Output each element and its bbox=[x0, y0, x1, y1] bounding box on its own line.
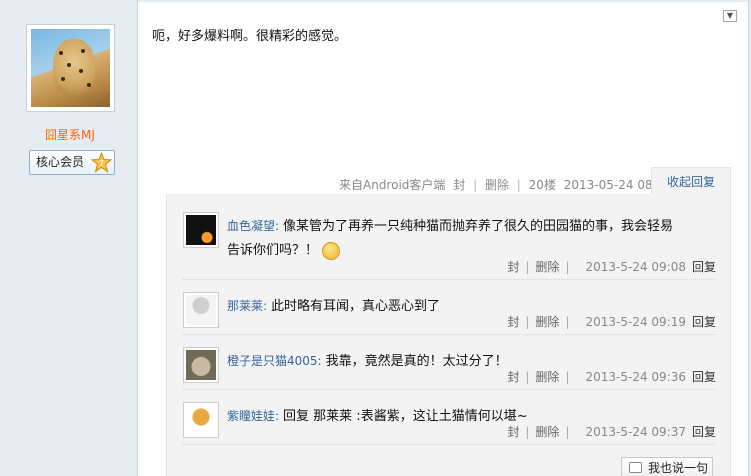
commenter-name[interactable]: 橙子是只猫4005: bbox=[227, 354, 322, 368]
separator: | bbox=[565, 260, 570, 274]
comment-line: 我靠，竟然是真的！太过分了！ bbox=[325, 354, 508, 369]
comment-line: 告诉你们吗？！ bbox=[227, 243, 319, 258]
commenter-name[interactable]: 血色凝望: bbox=[227, 219, 279, 233]
separator: | bbox=[525, 260, 530, 274]
delete-link[interactable]: 删除 bbox=[535, 315, 559, 329]
separator: | bbox=[525, 370, 530, 384]
separator: | bbox=[565, 370, 570, 384]
comment-list: 血色凝望: 像某管为了再养一只纯种猫而抛弃养了很久的田园猫的事，我会轻易 告诉你们… bbox=[166, 194, 731, 476]
commenter-avatar[interactable] bbox=[183, 292, 219, 328]
separator: | bbox=[525, 315, 530, 329]
comment-actions: 封 | 删除 | 2013-5-24 09:08 回复 bbox=[507, 258, 716, 275]
comment-actions: 封 | 删除 | 2013-5-24 09:37 回复 bbox=[507, 423, 716, 440]
add-comment-button[interactable]: 我也说一句 bbox=[621, 457, 713, 476]
delete-link[interactable]: 删除 bbox=[535, 260, 559, 274]
comment-text: 血色凝望: 像某管为了再养一只纯种猫而抛弃养了很久的田园猫的事，我会轻易 告诉你们… bbox=[227, 214, 717, 263]
commenter-name[interactable]: 紫瞳娃娃: bbox=[227, 409, 279, 423]
avatar-image bbox=[186, 350, 216, 380]
comment-time: 2013-5-24 09:37 bbox=[585, 425, 686, 439]
block-link[interactable]: 封 bbox=[507, 315, 519, 329]
smiley-emoji-icon bbox=[322, 241, 341, 260]
block-link[interactable]: 封 bbox=[507, 370, 519, 384]
comment-line: 此时略有耳闻，真心恶心到了 bbox=[271, 299, 441, 314]
spot bbox=[67, 63, 71, 67]
comment-actions: 封 | 删除 | 2013-5-24 09:19 回复 bbox=[507, 313, 716, 330]
comment-time: 2013-5-24 09:36 bbox=[585, 370, 686, 384]
comment-line: 回复 那莱莱 :表酱紫，这让土猫情何以堪~ bbox=[283, 409, 528, 424]
spot bbox=[61, 77, 65, 81]
separator: | bbox=[565, 425, 570, 439]
list-item: 橙子是只猫4005: 我靠，竟然是真的！太过分了！ 封 | 删除 | 2013-5-24 … bbox=[183, 347, 716, 390]
spot bbox=[59, 51, 63, 55]
commenter-name[interactable]: 那莱莱: bbox=[227, 299, 267, 313]
separator: | bbox=[473, 178, 478, 192]
commenter-avatar[interactable] bbox=[183, 212, 219, 248]
reply-link[interactable]: 回复 bbox=[692, 370, 716, 384]
reply-link[interactable]: 回复 bbox=[692, 315, 716, 329]
delete-link[interactable]: 删除 bbox=[535, 370, 559, 384]
top-divider bbox=[138, 0, 751, 2]
author-avatar[interactable] bbox=[26, 24, 115, 112]
avatar-image bbox=[186, 295, 216, 325]
post-source: 来自Android客户端 bbox=[339, 178, 446, 192]
member-badge: 核心会员 7 bbox=[29, 150, 115, 175]
reply-link[interactable]: 回复 bbox=[692, 425, 716, 439]
comment-line: 像某管为了再养一只纯种猫而抛弃养了很久的田园猫的事，我会轻易 bbox=[283, 219, 674, 234]
cheetah-avatar-image bbox=[31, 29, 110, 107]
spot bbox=[87, 83, 91, 87]
separator: | bbox=[525, 425, 530, 439]
comment-actions: 封 | 删除 | 2013-5-24 09:36 回复 bbox=[507, 368, 716, 385]
avatar-image bbox=[186, 405, 216, 435]
badge-label: 核心会员 bbox=[36, 155, 85, 169]
block-link[interactable]: 封 bbox=[507, 260, 519, 274]
commenter-avatar[interactable] bbox=[183, 347, 219, 383]
reply-link[interactable]: 回复 bbox=[692, 260, 716, 274]
commenter-avatar[interactable] bbox=[183, 402, 219, 438]
post-content: 呃，好多爆料啊。很精彩的感觉。 bbox=[152, 29, 348, 44]
comment-time: 2013-5-24 09:19 bbox=[585, 315, 686, 329]
delete-link[interactable]: 删除 bbox=[485, 178, 509, 192]
author-username[interactable]: 囧星系MJ bbox=[0, 126, 140, 143]
floor-number: 20楼 bbox=[528, 178, 556, 192]
block-link[interactable]: 封 bbox=[453, 178, 465, 192]
comment-time: 2013-5-24 09:08 bbox=[585, 260, 686, 274]
author-sidebar: 囧星系MJ 核心会员 7 bbox=[0, 0, 138, 476]
post-meta: 来自Android客户端 封 | 删除 | 20楼 2013-05-24 08:… bbox=[339, 176, 676, 193]
list-item: 那莱莱: 此时略有耳闻，真心恶心到了 封 | 删除 | 2013-5-24 09:19 回复 bbox=[183, 292, 716, 335]
separator: | bbox=[516, 178, 521, 192]
block-link[interactable]: 封 bbox=[507, 425, 519, 439]
add-comment-label: 我也说一句 bbox=[648, 461, 709, 475]
star-level-icon: 7 bbox=[91, 152, 112, 173]
list-item: 血色凝望: 像某管为了再养一只纯种猫而抛弃养了很久的田园猫的事，我会轻易 告诉你们… bbox=[183, 212, 716, 280]
list-item: 紫瞳娃娃: 回复 那莱莱 :表酱紫，这让土猫情何以堪~ 封 | 删除 | 2013-5-2… bbox=[183, 402, 716, 445]
delete-link[interactable]: 删除 bbox=[535, 425, 559, 439]
dropdown-arrow-icon[interactable]: ▼ bbox=[723, 10, 737, 22]
toggle-replies-button[interactable]: 收起回复 bbox=[651, 167, 731, 195]
comment-bubble-icon bbox=[629, 462, 642, 473]
avatar-image bbox=[186, 215, 216, 245]
separator: | bbox=[565, 315, 570, 329]
badge-level: 7 bbox=[99, 159, 104, 168]
spot bbox=[79, 69, 83, 73]
spot bbox=[81, 49, 85, 53]
